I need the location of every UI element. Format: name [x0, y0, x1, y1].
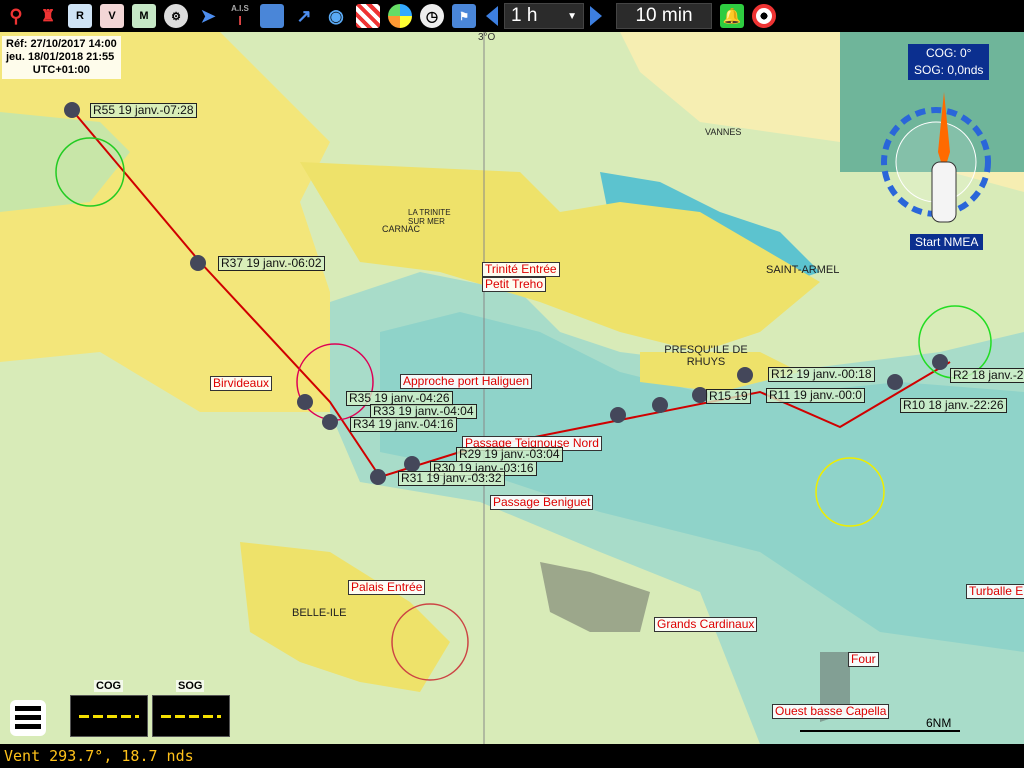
time-step-select[interactable]: 1 h ▼ [504, 3, 584, 29]
settings-icon[interactable]: ⚙ [164, 4, 188, 28]
cog-readout: COG: 0° [925, 46, 972, 60]
menu-icon [15, 706, 41, 730]
route-point-r2[interactable]: R2 18 janv.-22: [950, 368, 1024, 383]
cog-gauge-label: COG [94, 680, 124, 692]
nautical-chart[interactable]: Réf: 27/10/2017 14:00 jeu. 18/01/2018 21… [0, 32, 1024, 744]
start-nmea-button[interactable]: Start NMEA [910, 234, 984, 250]
place-saint-armel: SAINT-ARMEL [766, 264, 840, 276]
compass-icon[interactable]: ➤ [196, 4, 220, 28]
cog-gauge-dash [79, 715, 139, 718]
waypoint-palais-entree[interactable]: Palais Entrée [348, 580, 426, 595]
chevron-down-icon: ▼ [567, 10, 577, 22]
clock-icon[interactable]: ◷ [420, 4, 444, 28]
map-icon[interactable]: M [132, 4, 156, 28]
previous-time-button[interactable] [486, 6, 498, 26]
windsock-icon[interactable] [356, 4, 380, 28]
meridian-label: 3°O [478, 32, 496, 43]
chart-info-box: Réf: 27/10/2017 14:00 jeu. 18/01/2018 21… [2, 36, 121, 79]
route-point-r31[interactable]: R31 19 janv.-03:32 [398, 471, 505, 486]
time-step-value: 1 h [511, 5, 538, 26]
toolbar: ⚲ ♜ R V M ⚙ ➤ A.I.S I ↗ ◉ ◷ ⚑ 1 h ▼ 10 mi… [0, 0, 1024, 32]
waypoint-ouest-basse-capella[interactable]: Ouest basse Capella [772, 704, 890, 719]
layer-icon[interactable] [260, 4, 284, 28]
sog-gauge-dash [161, 715, 221, 718]
waypoint-birvideaux[interactable]: Birvideaux [210, 376, 273, 391]
cog-gauge [70, 695, 148, 737]
raster-chart-icon[interactable]: R [68, 4, 92, 28]
ais-icon[interactable]: A.I.S I [228, 4, 252, 28]
route-point-r55[interactable]: R55 19 janv.-07:28 [90, 103, 197, 118]
route-point-r15[interactable]: R15 19 [706, 389, 751, 404]
vector-chart-icon[interactable]: V [100, 4, 124, 28]
waypoint-beniguet[interactable]: Passage Beniguet [490, 495, 594, 510]
interval-display[interactable]: 10 min [616, 3, 712, 29]
place-presquile-rhuys: PRESQU'ILE DE RHUYS [664, 344, 748, 368]
timezone: UTC+01:00 [32, 64, 90, 76]
wind-readout: Vent 293.7°, 18.7 nds [4, 747, 194, 765]
route-point-r34[interactable]: R34 19 janv.-04:16 [350, 417, 457, 432]
lifebuoy-icon[interactable] [752, 4, 776, 28]
sog-gauge-label: SOG [176, 680, 205, 692]
waypoint-four[interactable]: Four [848, 652, 879, 667]
flag-icon[interactable]: ⚑ [452, 4, 476, 28]
next-time-button[interactable] [590, 6, 602, 26]
compass-rose [884, 92, 988, 232]
place-belle-ile: BELLE-ILE [292, 607, 347, 619]
status-bar: Vent 293.7°, 18.7 nds [0, 744, 1024, 768]
lighthouse-icon[interactable]: ♜ [36, 4, 60, 28]
route-point-r29[interactable]: R29 19 janv.-03:04 [456, 447, 563, 462]
route-point-r37[interactable]: R37 19 janv.-06:02 [218, 256, 325, 271]
waypoint-trinite-entree[interactable]: Trinité Entrée [482, 262, 560, 277]
place-vannes: VANNES [705, 127, 742, 137]
current-date: jeu. 18/01/2018 21:55 [6, 51, 115, 63]
waypoint-petit-treho[interactable]: Petit Treho [482, 277, 547, 292]
cog-sog-box: COG: 0° SOG: 0,0nds [908, 44, 990, 80]
waypoint-approche-haliguen[interactable]: Approche port Haliguen [400, 374, 533, 389]
waypoint-turballe[interactable]: Turballe E [966, 584, 1024, 599]
scale-bar [800, 730, 960, 732]
waypoint-grands-cardinaux[interactable]: Grands Cardinaux [654, 617, 758, 632]
menu-button[interactable] [10, 700, 46, 736]
sog-gauge [152, 695, 230, 737]
scale-label: 6NM [926, 716, 952, 730]
place-trinite: LA TRINITE SUR MER [408, 208, 451, 226]
bell-icon[interactable]: 🔔 [720, 4, 744, 28]
eye-icon[interactable]: ◉ [324, 4, 348, 28]
route-point-r10[interactable]: R10 18 janv.-22:26 [900, 398, 1007, 413]
weather-icon[interactable] [388, 4, 412, 28]
route-icon[interactable]: ↗ [292, 4, 316, 28]
route-point-r11[interactable]: R11 19 janv.-00:0 [766, 388, 865, 403]
map-pin-icon[interactable]: ⚲ [4, 4, 28, 28]
route-point-r12[interactable]: R12 19 janv.-00:18 [768, 367, 875, 382]
sog-readout: SOG: 0,0nds [914, 63, 984, 77]
ref-date: Réf: 27/10/2017 14:00 [6, 38, 117, 50]
